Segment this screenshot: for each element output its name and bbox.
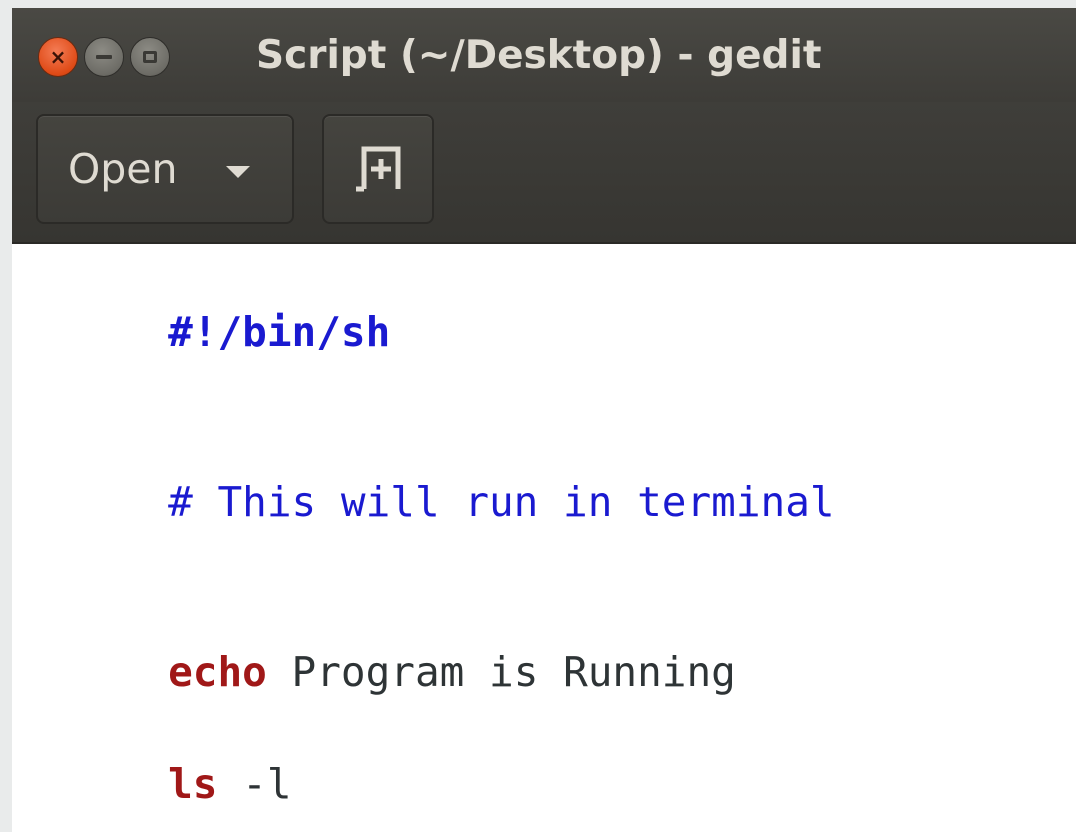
chevron-down-icon [226, 166, 250, 178]
close-icon: × [49, 45, 67, 69]
title-bar[interactable]: × Script (~/Desktop) - gedit [12, 8, 1076, 102]
editor-line: echo Program is Running [20, 588, 736, 696]
comment-token: # This will run in terminal [168, 478, 835, 526]
header-toolbar: Open [12, 102, 1076, 244]
open-button[interactable]: Open [36, 114, 294, 224]
close-button[interactable]: × [38, 37, 78, 77]
maximize-button[interactable] [130, 37, 170, 77]
keyword-token: ls [168, 760, 218, 808]
minimize-icon [96, 55, 112, 59]
window-title: Script (~/Desktop) - gedit [256, 33, 822, 78]
open-button-label: Open [68, 145, 178, 193]
maximize-icon [143, 51, 157, 63]
plain-token: -l [217, 760, 292, 808]
text-editor[interactable]: #!/bin/sh # This will run in terminal ec… [12, 244, 1076, 832]
minimize-button[interactable] [84, 37, 124, 77]
editor-line: # This will run in terminal [20, 418, 834, 526]
new-document-button[interactable] [322, 114, 434, 224]
new-document-icon [356, 146, 401, 192]
plain-token: Program is Running [266, 648, 736, 696]
keyword-token: echo [168, 648, 267, 696]
gedit-window: × Script (~/Desktop) - gedit Open #!/bin… [12, 8, 1076, 832]
shebang-token: #!/bin/sh [168, 308, 391, 356]
editor-line: #!/bin/sh [20, 248, 390, 356]
editor-line: ls -l [20, 700, 291, 808]
